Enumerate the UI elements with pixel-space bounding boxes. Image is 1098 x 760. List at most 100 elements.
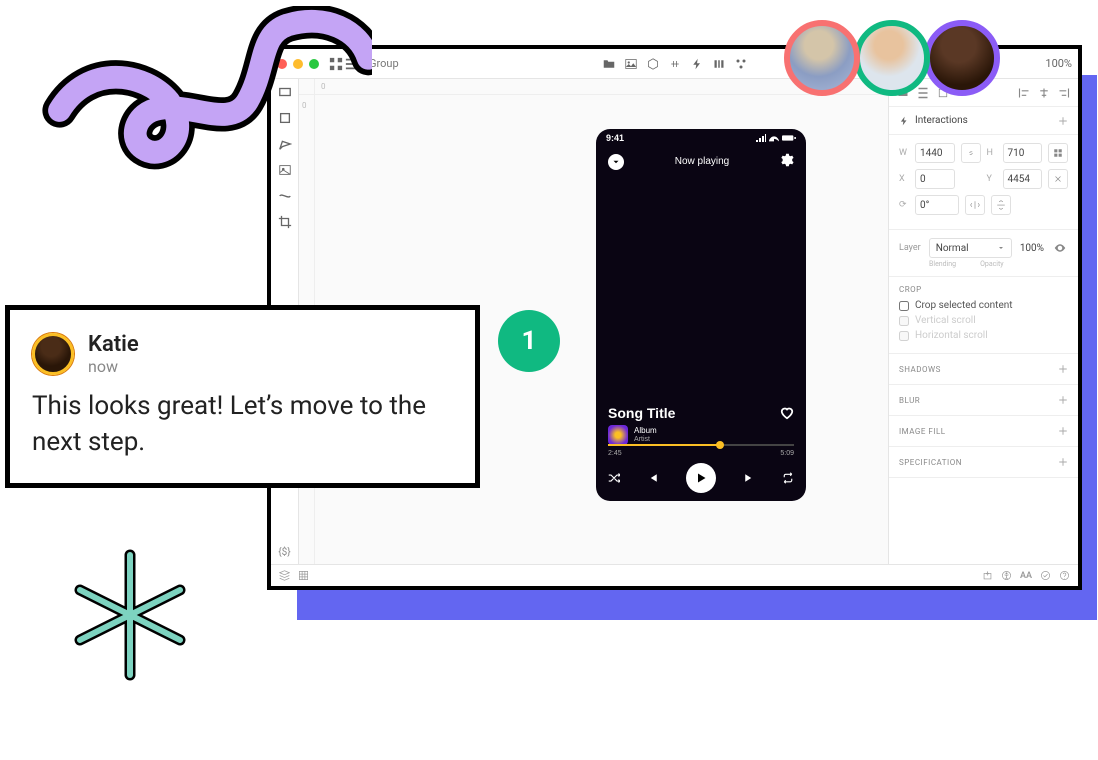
crop-section: CROP Crop selected content Vertical scro…	[889, 277, 1078, 354]
comment-card[interactable]: Katie now This looks great! Let’s move t…	[5, 305, 480, 488]
time-total: 5:09	[780, 450, 794, 457]
crop-vertical-checkbox: Vertical scroll	[899, 315, 1068, 326]
height-input[interactable]: 710	[1003, 143, 1043, 163]
pen-tool-icon[interactable]	[278, 137, 292, 151]
rotate-input[interactable]: 0°	[915, 195, 959, 215]
x-label: X	[899, 174, 909, 184]
y-input[interactable]: 4454	[1003, 169, 1043, 189]
list-view-icon	[345, 57, 359, 71]
x-input[interactable]: 0	[915, 169, 955, 189]
progress-bar[interactable]: 2:45 5:09	[608, 444, 794, 457]
image-tool-icon[interactable]	[278, 163, 292, 177]
align-left-icon[interactable]	[1018, 87, 1030, 99]
w-label: W	[899, 148, 909, 158]
check-circle-icon[interactable]	[1040, 570, 1051, 581]
layer-section: Layer Normal 100% Blending Opacity	[889, 230, 1078, 277]
shuffle-icon[interactable]	[608, 472, 620, 484]
blur-section[interactable]: BLUR	[889, 385, 1078, 416]
gear-icon[interactable]	[780, 153, 794, 170]
prev-icon[interactable]	[647, 472, 659, 484]
traffic-lights	[277, 59, 319, 69]
opacity-input[interactable]: 100%	[1020, 243, 1044, 254]
next-icon[interactable]	[743, 472, 755, 484]
comment-time: now	[88, 357, 139, 376]
crop-tool-icon[interactable]	[278, 215, 292, 229]
slider-icon[interactable]	[669, 58, 681, 70]
titlebar-tools	[603, 58, 747, 70]
album-name: Album	[634, 426, 657, 436]
plus-icon	[1058, 426, 1068, 436]
size-presets-icon[interactable]	[1048, 143, 1068, 163]
h-label: H	[987, 148, 997, 158]
view-mode-toggle[interactable]	[329, 57, 359, 71]
phone-time: 9:41	[606, 133, 624, 143]
crop-heading: CROP	[899, 285, 1068, 294]
asterisk-decoration	[65, 540, 195, 690]
phone-signal-icons	[756, 134, 796, 142]
blend-mode-select[interactable]: Normal	[929, 238, 1012, 258]
comment-author: Katie	[88, 332, 139, 357]
path-tool-icon[interactable]	[278, 189, 292, 203]
accessibility-icon[interactable]	[1001, 570, 1012, 581]
link-dims-icon[interactable]	[961, 143, 981, 163]
align-center-icon[interactable]	[1038, 87, 1050, 99]
battery-icon	[782, 134, 796, 142]
phone-mockup[interactable]: 9:41 Now playing Song Title	[596, 129, 806, 501]
crop-selected-checkbox[interactable]: Crop selected content	[899, 300, 1068, 311]
specification-section[interactable]: SPECIFICATION	[889, 447, 1078, 478]
layers-icon[interactable]	[279, 570, 290, 581]
aa-label[interactable]: AA	[1020, 571, 1032, 581]
chevron-down-icon[interactable]	[608, 154, 624, 170]
comment-body: This looks great! Let’s move to the next…	[32, 388, 453, 461]
rectangle-tool-icon[interactable]	[278, 85, 292, 99]
heart-icon[interactable]	[780, 406, 794, 420]
lightning-icon	[899, 116, 909, 126]
code-token[interactable]: {$}	[278, 547, 290, 564]
crop-horizontal-checkbox: Horizontal scroll	[899, 330, 1068, 341]
flip-h-icon[interactable]	[965, 195, 985, 215]
rotate-label: ⟳	[899, 200, 909, 210]
image-fill-section[interactable]: IMAGE FILL	[889, 416, 1078, 447]
flip-v-icon[interactable]	[991, 195, 1011, 215]
grid-view-icon	[329, 57, 343, 71]
plus-icon[interactable]	[1058, 116, 1068, 126]
folder-icon[interactable]	[603, 58, 615, 70]
interactions-section[interactable]: Interactions	[889, 107, 1078, 135]
phone-status-bar: 9:41	[596, 129, 806, 147]
shadows-section[interactable]: SHADOWS	[889, 354, 1078, 385]
lightning-icon[interactable]	[691, 58, 703, 70]
avatar-2[interactable]	[854, 20, 930, 96]
plus-icon	[1058, 395, 1068, 405]
zoom-level[interactable]: 100%	[1045, 57, 1072, 70]
help-icon[interactable]	[1059, 570, 1070, 581]
grid-icon[interactable]	[298, 570, 309, 581]
step-badge: 1	[498, 310, 560, 372]
avatar-1[interactable]	[784, 20, 860, 96]
repeat-icon[interactable]	[782, 472, 794, 484]
image-icon[interactable]	[625, 58, 637, 70]
phone-header: Now playing	[596, 147, 806, 176]
signal-icon	[756, 134, 766, 142]
close-icon[interactable]	[277, 59, 287, 69]
plus-icon	[1058, 457, 1068, 467]
comment-avatar	[32, 333, 74, 375]
anchor-icon[interactable]	[1048, 169, 1068, 189]
align-right-icon[interactable]	[1058, 87, 1070, 99]
visibility-icon[interactable]	[1052, 240, 1068, 256]
artist-name: Artist	[634, 436, 657, 444]
maximize-icon[interactable]	[309, 59, 319, 69]
hexagon-icon[interactable]	[647, 58, 659, 70]
group-label: Group	[369, 57, 399, 70]
song-title: Song Title	[608, 405, 675, 421]
album-art-thumb	[608, 425, 628, 445]
collaborator-avatars	[784, 20, 1000, 96]
frame-tool-icon[interactable]	[278, 111, 292, 125]
nodes-icon[interactable]	[735, 58, 747, 70]
plus-icon	[1058, 364, 1068, 374]
minimize-icon[interactable]	[293, 59, 303, 69]
width-input[interactable]: 1440	[915, 143, 955, 163]
distribute-icon[interactable]	[713, 58, 725, 70]
export-icon[interactable]	[982, 570, 993, 581]
play-button[interactable]	[686, 463, 716, 493]
avatar-3[interactable]	[924, 20, 1000, 96]
